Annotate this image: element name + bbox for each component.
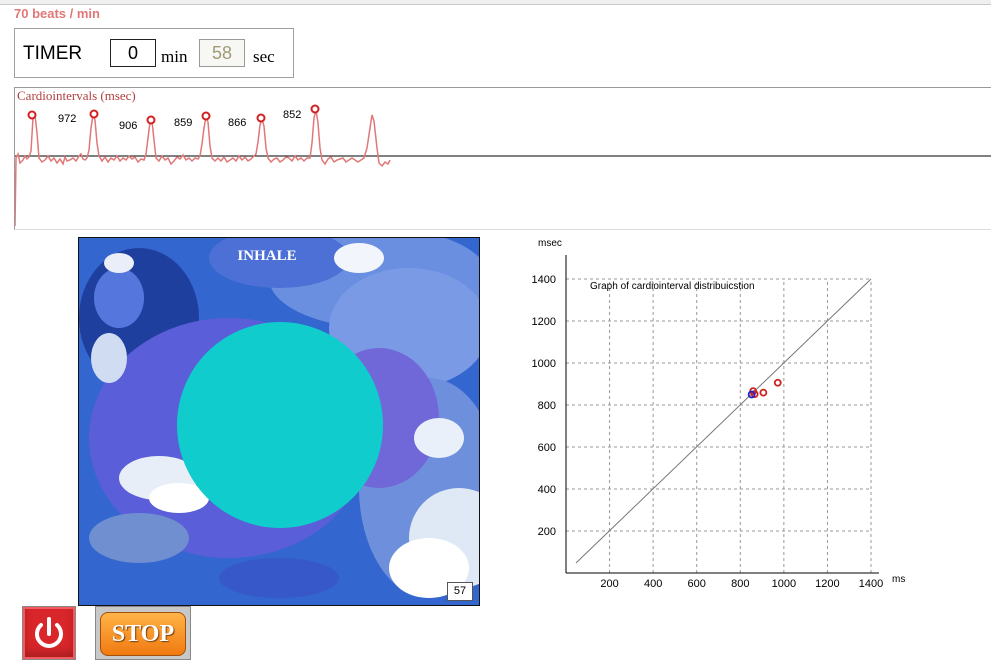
peak-marker <box>89 109 99 119</box>
x-tick-label: 1400 <box>859 578 883 590</box>
timer-minutes-field[interactable]: 0 <box>110 39 156 67</box>
heart-rate-readout: 70 beats / min <box>14 6 100 21</box>
y-tick-label: 1400 <box>532 274 556 286</box>
rr-interval-label: 852 <box>283 109 302 121</box>
breath-counter: 57 <box>447 582 473 601</box>
peak-marker <box>201 111 211 121</box>
x-tick-label: 1200 <box>815 578 839 590</box>
power-icon <box>35 617 63 648</box>
breathing-panel: INHALE 57 <box>78 237 480 606</box>
timer-min-unit: min <box>161 47 188 66</box>
x-tick-label: 400 <box>644 578 662 590</box>
y-tick-label: 800 <box>538 400 556 412</box>
title-strip <box>0 0 991 5</box>
y-tick-label: 1000 <box>532 358 556 370</box>
y-tick-label: 1200 <box>532 316 556 328</box>
power-button[interactable] <box>22 606 76 660</box>
timer-label: TIMER <box>23 43 83 64</box>
breathing-circle <box>177 322 383 528</box>
y-tick-label: 400 <box>538 484 556 496</box>
stop-button-label: STOP <box>100 612 186 656</box>
peak-marker <box>27 110 37 120</box>
timer-sec-unit: sec <box>253 47 275 66</box>
chart-title: Graph of cardiointerval distribuicstion <box>590 281 755 292</box>
peak-marker <box>256 113 266 123</box>
cardiointervals-panel: Cardiointervals (msec) 972 906 859 866 8… <box>14 87 991 230</box>
rr-interval-label: 972 <box>58 113 77 125</box>
timer-panel: TIMER 0 min 58 sec <box>14 28 294 78</box>
x-tick-label: 800 <box>731 578 749 590</box>
scatter-point <box>773 378 782 387</box>
chart-axes <box>565 255 879 574</box>
x-tick-label: 1000 <box>772 578 796 590</box>
cardiointerval-distribution-chart: 200 400 600 800 1000 1200 1400 200 400 600 800 1000… <box>532 238 906 590</box>
chart-xlabel: ms <box>892 574 905 585</box>
y-tick-label: 600 <box>538 442 556 454</box>
stop-button[interactable]: STOP <box>95 606 191 660</box>
peak-marker <box>146 115 156 125</box>
breath-phase-label: INHALE <box>237 248 297 264</box>
peak-markers <box>27 104 320 125</box>
x-tick-label: 600 <box>688 578 706 590</box>
x-tick-label: 200 <box>600 578 618 590</box>
peak-marker <box>310 104 320 114</box>
rr-interval-label: 866 <box>228 117 247 129</box>
chart-points <box>747 378 782 399</box>
identity-diagonal <box>575 278 872 564</box>
scatter-point <box>759 388 768 397</box>
timer-seconds-field[interactable]: 58 <box>199 39 245 67</box>
rr-interval-label: 906 <box>119 120 138 132</box>
y-tick-label: 200 <box>538 526 556 538</box>
chart-ylabel: msec <box>538 238 562 249</box>
rr-interval-label: 859 <box>174 117 193 129</box>
